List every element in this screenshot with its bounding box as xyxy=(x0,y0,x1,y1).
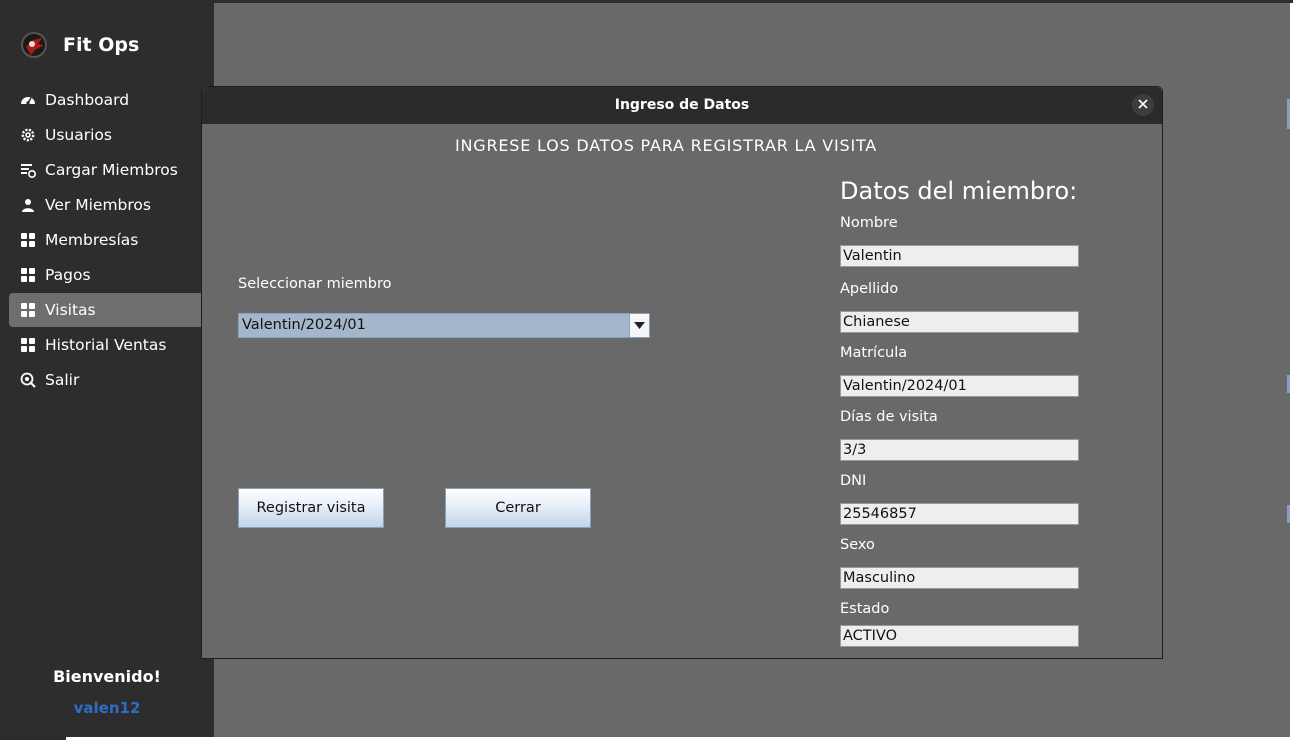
grid-icon xyxy=(20,302,36,318)
sidebar-item-visitas[interactable]: Visitas xyxy=(9,293,214,327)
dialog-title: Ingreso de Datos xyxy=(614,97,750,113)
member-select-value: Valentin/2024/01 xyxy=(242,317,366,333)
content-edge-mark xyxy=(1287,505,1290,523)
sidebar-item-label: Membresías xyxy=(45,231,139,249)
apellido-field[interactable]: Chianese xyxy=(840,311,1079,333)
nombre-label: Nombre xyxy=(840,215,898,231)
sidebar-item-label: Dashboard xyxy=(45,91,130,109)
select-member-label: Seleccionar miembro xyxy=(238,276,392,292)
sidebar-item-historial-ventas[interactable]: Historial Ventas xyxy=(9,328,214,362)
sidebar-item-dashboard[interactable]: Dashboard xyxy=(9,83,214,117)
content-edge-mark xyxy=(1287,375,1290,393)
member-data-title: Datos del miembro: xyxy=(840,177,1078,205)
sidebar-item-ver-miembros[interactable]: Ver Miembros xyxy=(9,188,214,222)
person-icon xyxy=(20,197,36,213)
grid-icon xyxy=(20,267,36,283)
dialog-close-button[interactable] xyxy=(1132,94,1154,116)
welcome-text: Bienvenido! xyxy=(53,667,161,686)
sidebar-item-label: Visitas xyxy=(45,301,96,319)
matricula-label: Matrícula xyxy=(840,345,908,361)
grid-icon xyxy=(20,337,36,353)
dni-label: DNI xyxy=(840,473,867,489)
sidebar-item-label: Ver Miembros xyxy=(45,196,151,214)
sidebar-item-label: Usuarios xyxy=(45,126,112,144)
sidebar-item-cargar-miembros[interactable]: Cargar Miembros xyxy=(9,153,214,187)
sidebar-item-label: Salir xyxy=(45,371,80,389)
visit-dialog: Ingreso de Datos INGRESE LOS DATOS PARA … xyxy=(201,86,1163,659)
matricula-field[interactable]: Valentin/2024/01 xyxy=(840,375,1079,397)
sidebar-item-label: Pagos xyxy=(45,266,91,284)
sidebar-item-label: Historial Ventas xyxy=(45,336,167,354)
chevron-down-icon[interactable] xyxy=(629,314,649,337)
dni-field[interactable]: 25546857 xyxy=(840,503,1079,525)
username-link[interactable]: valen12 xyxy=(0,699,214,717)
sidebar-nav: Dashboard Usuarios Cargar Miembros Ver M… xyxy=(9,83,214,398)
brand: Fit Ops xyxy=(20,30,139,60)
gear-icon xyxy=(20,127,36,143)
register-visit-button[interactable]: Registrar visita xyxy=(238,488,384,528)
sidebar-item-membresias[interactable]: Membresías xyxy=(9,223,214,257)
list-add-icon xyxy=(20,162,36,178)
nombre-field[interactable]: Valentin xyxy=(840,245,1079,267)
estado-label: Estado xyxy=(840,601,890,617)
dashboard-gauge-icon xyxy=(20,92,36,108)
sidebar-item-label: Cargar Miembros xyxy=(45,161,178,179)
grid-icon xyxy=(20,232,36,248)
app-title: Fit Ops xyxy=(63,34,140,56)
member-select[interactable]: Valentin/2024/01 xyxy=(238,313,650,338)
dialog-titlebar[interactable]: Ingreso de Datos xyxy=(202,87,1162,124)
sidebar: Fit Ops Dashboard Usuarios Cargar Miembr… xyxy=(0,3,214,737)
apellido-label: Apellido xyxy=(840,281,899,297)
close-button[interactable]: Cerrar xyxy=(445,488,591,528)
dias-visita-label: Días de visita xyxy=(840,409,938,425)
dias-visita-field[interactable]: 3/3 xyxy=(840,439,1079,461)
app-logo-icon xyxy=(20,31,48,59)
dialog-heading: INGRESE LOS DATOS PARA REGISTRAR LA VISI… xyxy=(454,136,878,155)
close-icon xyxy=(1138,97,1148,113)
sidebar-item-pagos[interactable]: Pagos xyxy=(9,258,214,292)
sexo-label: Sexo xyxy=(840,537,875,553)
content-edge-mark xyxy=(1287,99,1290,129)
sidebar-item-usuarios[interactable]: Usuarios xyxy=(9,118,214,152)
sexo-field[interactable]: Masculino xyxy=(840,567,1079,589)
logout-icon xyxy=(20,372,36,388)
estado-field[interactable]: ACTIVO xyxy=(840,625,1079,647)
sidebar-item-salir[interactable]: Salir xyxy=(9,363,214,397)
